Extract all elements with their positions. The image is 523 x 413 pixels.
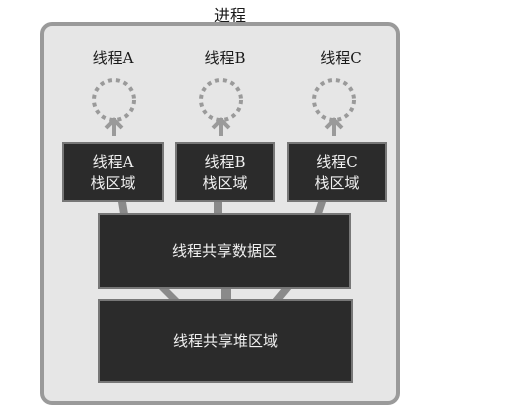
thread-a-stack-title: 线程A <box>92 153 134 171</box>
shared-data-area-label: 线程共享数据区 <box>171 242 277 260</box>
thread-b-stack-subtitle: 栈区域 <box>202 174 248 192</box>
thread-b-label: 线程B <box>204 49 246 67</box>
thread-b-stack-title: 线程B <box>204 153 246 171</box>
thread-b-icon <box>199 78 243 136</box>
thread-c-icon <box>312 78 356 136</box>
thread-a-stack-region: 线程A 栈区域 <box>62 142 164 202</box>
thread-a-label: 线程A <box>92 49 134 67</box>
shared-heap-area: 线程共享堆区域 <box>98 299 353 383</box>
thread-a-stack-subtitle: 栈区域 <box>90 174 136 192</box>
thread-c-label: 线程C <box>320 49 362 67</box>
thread-c-stack-title: 线程C <box>316 153 358 171</box>
shared-heap-area-label: 线程共享堆区域 <box>172 332 278 350</box>
shared-data-area: 线程共享数据区 <box>98 213 351 289</box>
thread-c-stack-region: 线程C 栈区域 <box>287 142 387 202</box>
thread-c-stack-subtitle: 栈区域 <box>314 174 360 192</box>
thread-b-stack-region: 线程B 栈区域 <box>175 142 275 202</box>
thread-a-icon <box>92 78 136 136</box>
